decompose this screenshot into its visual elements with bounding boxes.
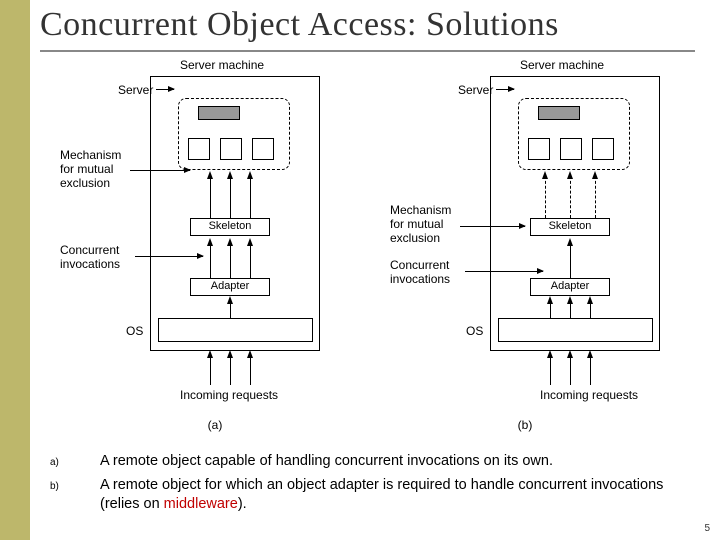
list-item: a) A remote object capable of handling c… — [50, 452, 700, 472]
captions-row: (a) (b) — [60, 418, 680, 432]
object-bar — [198, 106, 240, 120]
label-os: OS — [466, 324, 483, 338]
arrow-line — [570, 241, 571, 278]
slide-title: Concurrent Object Access: Solutions — [40, 6, 559, 44]
label-concurrent: Concurrent invocations — [60, 243, 120, 271]
item-text: A remote object capable of handling conc… — [100, 452, 700, 472]
label-incoming: Incoming requests — [540, 388, 638, 402]
dash-line — [545, 176, 546, 218]
adapter-box: Adapter — [530, 278, 610, 296]
sidebar-accent — [0, 0, 30, 540]
arrow-line — [210, 355, 211, 385]
arrow-line — [230, 176, 231, 218]
pointer-server — [496, 89, 514, 90]
caption-a: (a) — [208, 418, 223, 432]
arrow-head — [567, 238, 573, 246]
pointer-mechanism — [130, 170, 190, 171]
pointer-server — [156, 89, 174, 90]
arrow-head — [587, 350, 593, 358]
arrow-head — [542, 171, 548, 179]
label-concurrent: Concurrent invocations — [390, 258, 450, 286]
item-text: A remote object for which an object adap… — [100, 476, 700, 515]
label-mechanism: Mechanism for mutual exclusion — [60, 148, 121, 190]
arrow-head — [227, 238, 233, 246]
label-server: Server — [118, 83, 153, 97]
dash-line — [570, 176, 571, 218]
label-os: OS — [126, 324, 143, 338]
arrow-line — [210, 176, 211, 218]
arrow-head — [227, 350, 233, 358]
thread-box-1 — [528, 138, 550, 160]
os-box — [158, 318, 313, 342]
caption-b: (b) — [518, 418, 533, 432]
arrow-line — [230, 355, 231, 385]
arrow-head — [592, 171, 598, 179]
arrow-line — [230, 241, 231, 278]
arrow-head — [247, 238, 253, 246]
item-key: a) — [50, 452, 100, 472]
pointer-concurrent — [465, 271, 543, 272]
adapter-box: Adapter — [190, 278, 270, 296]
arrow-head — [207, 238, 213, 246]
label-server-machine: Server machine — [520, 58, 604, 72]
title-underline — [40, 50, 695, 52]
arrow-line — [550, 355, 551, 385]
arrow-head — [227, 296, 233, 304]
pointer-mechanism — [460, 226, 525, 227]
skeleton-box: Skeleton — [190, 218, 270, 236]
description-list: a) A remote object capable of handling c… — [50, 452, 700, 519]
diagram-b: Server machine Server Skeleton Mechanism… — [380, 58, 680, 418]
arrow-head — [207, 350, 213, 358]
label-server: Server — [458, 83, 493, 97]
arrow-line — [590, 355, 591, 385]
arrow-head — [227, 171, 233, 179]
arrow-head — [567, 296, 573, 304]
arrow-line — [210, 241, 211, 278]
list-item: b) A remote object for which an object a… — [50, 476, 700, 515]
arrow-line — [250, 176, 251, 218]
arrow-line — [250, 241, 251, 278]
label-server-machine: Server machine — [180, 58, 264, 72]
diagrams-area: Server machine Server Mechanism for mutu… — [60, 58, 680, 418]
page-number: 5 — [704, 523, 710, 534]
arrow-head — [587, 296, 593, 304]
item-key: b) — [50, 476, 100, 515]
thread-box-2 — [220, 138, 242, 160]
middleware-highlight: middleware — [164, 496, 238, 512]
arrow-head — [207, 171, 213, 179]
arrow-head — [247, 171, 253, 179]
arrow-head — [547, 350, 553, 358]
thread-box-3 — [592, 138, 614, 160]
arrow-head — [567, 350, 573, 358]
os-box — [498, 318, 653, 342]
arrow-line — [250, 355, 251, 385]
arrow-head — [247, 350, 253, 358]
label-incoming: Incoming requests — [180, 388, 278, 402]
arrow-line — [570, 355, 571, 385]
diagram-a: Server machine Server Mechanism for mutu… — [60, 58, 360, 418]
pointer-concurrent — [135, 256, 203, 257]
object-bar — [538, 106, 580, 120]
dash-line — [595, 176, 596, 218]
arrow-head — [567, 171, 573, 179]
arrow-head — [547, 296, 553, 304]
label-mechanism: Mechanism for mutual exclusion — [390, 203, 451, 245]
thread-box-2 — [560, 138, 582, 160]
thread-box-1 — [188, 138, 210, 160]
thread-box-3 — [252, 138, 274, 160]
skeleton-box: Skeleton — [530, 218, 610, 236]
